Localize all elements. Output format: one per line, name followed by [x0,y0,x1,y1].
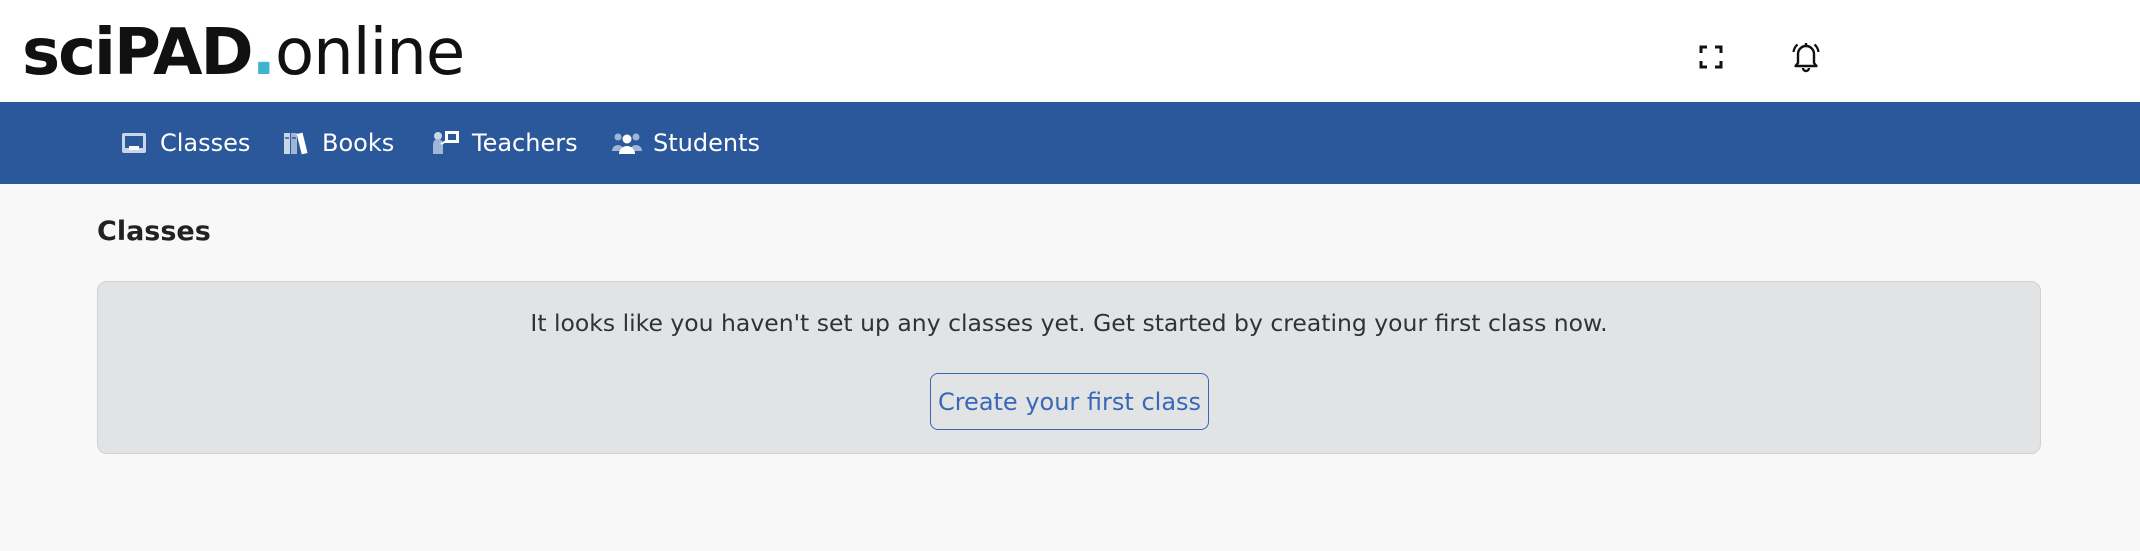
logo-bold-text: sciPAD [22,16,254,90]
empty-state-panel: It looks like you haven't set up any cla… [97,281,2041,454]
classroom-icon [119,128,149,158]
nav-label-books: Books [322,129,395,157]
create-first-class-button[interactable]: Create your first class [930,373,1209,430]
teacher-icon [431,128,461,158]
nav-label-teachers: Teachers [472,129,578,157]
main-nav: Classes Books Teachers Students [0,102,2140,184]
top-header: sciPAD.online [0,0,2140,102]
notifications-button[interactable] [1788,38,1824,74]
books-icon [281,128,311,158]
page-title: Classes [97,216,211,247]
app-logo[interactable]: sciPAD.online [22,16,465,90]
nav-item-teachers[interactable]: Teachers [431,102,578,184]
nav-item-books[interactable]: Books [281,102,394,184]
nav-label-classes: Classes [160,129,251,157]
nav-item-students[interactable]: Students [612,102,760,184]
fullscreen-button[interactable] [1693,39,1729,75]
bell-icon [1792,43,1820,73]
empty-state-message: It looks like you haven't set up any cla… [530,309,1608,337]
logo-dot: . [251,16,276,90]
logo-light-text: online [274,16,465,90]
nav-label-students: Students [653,129,760,157]
nav-item-classes[interactable]: Classes [119,102,250,184]
students-icon [612,128,642,158]
fullscreen-icon [1699,45,1723,69]
